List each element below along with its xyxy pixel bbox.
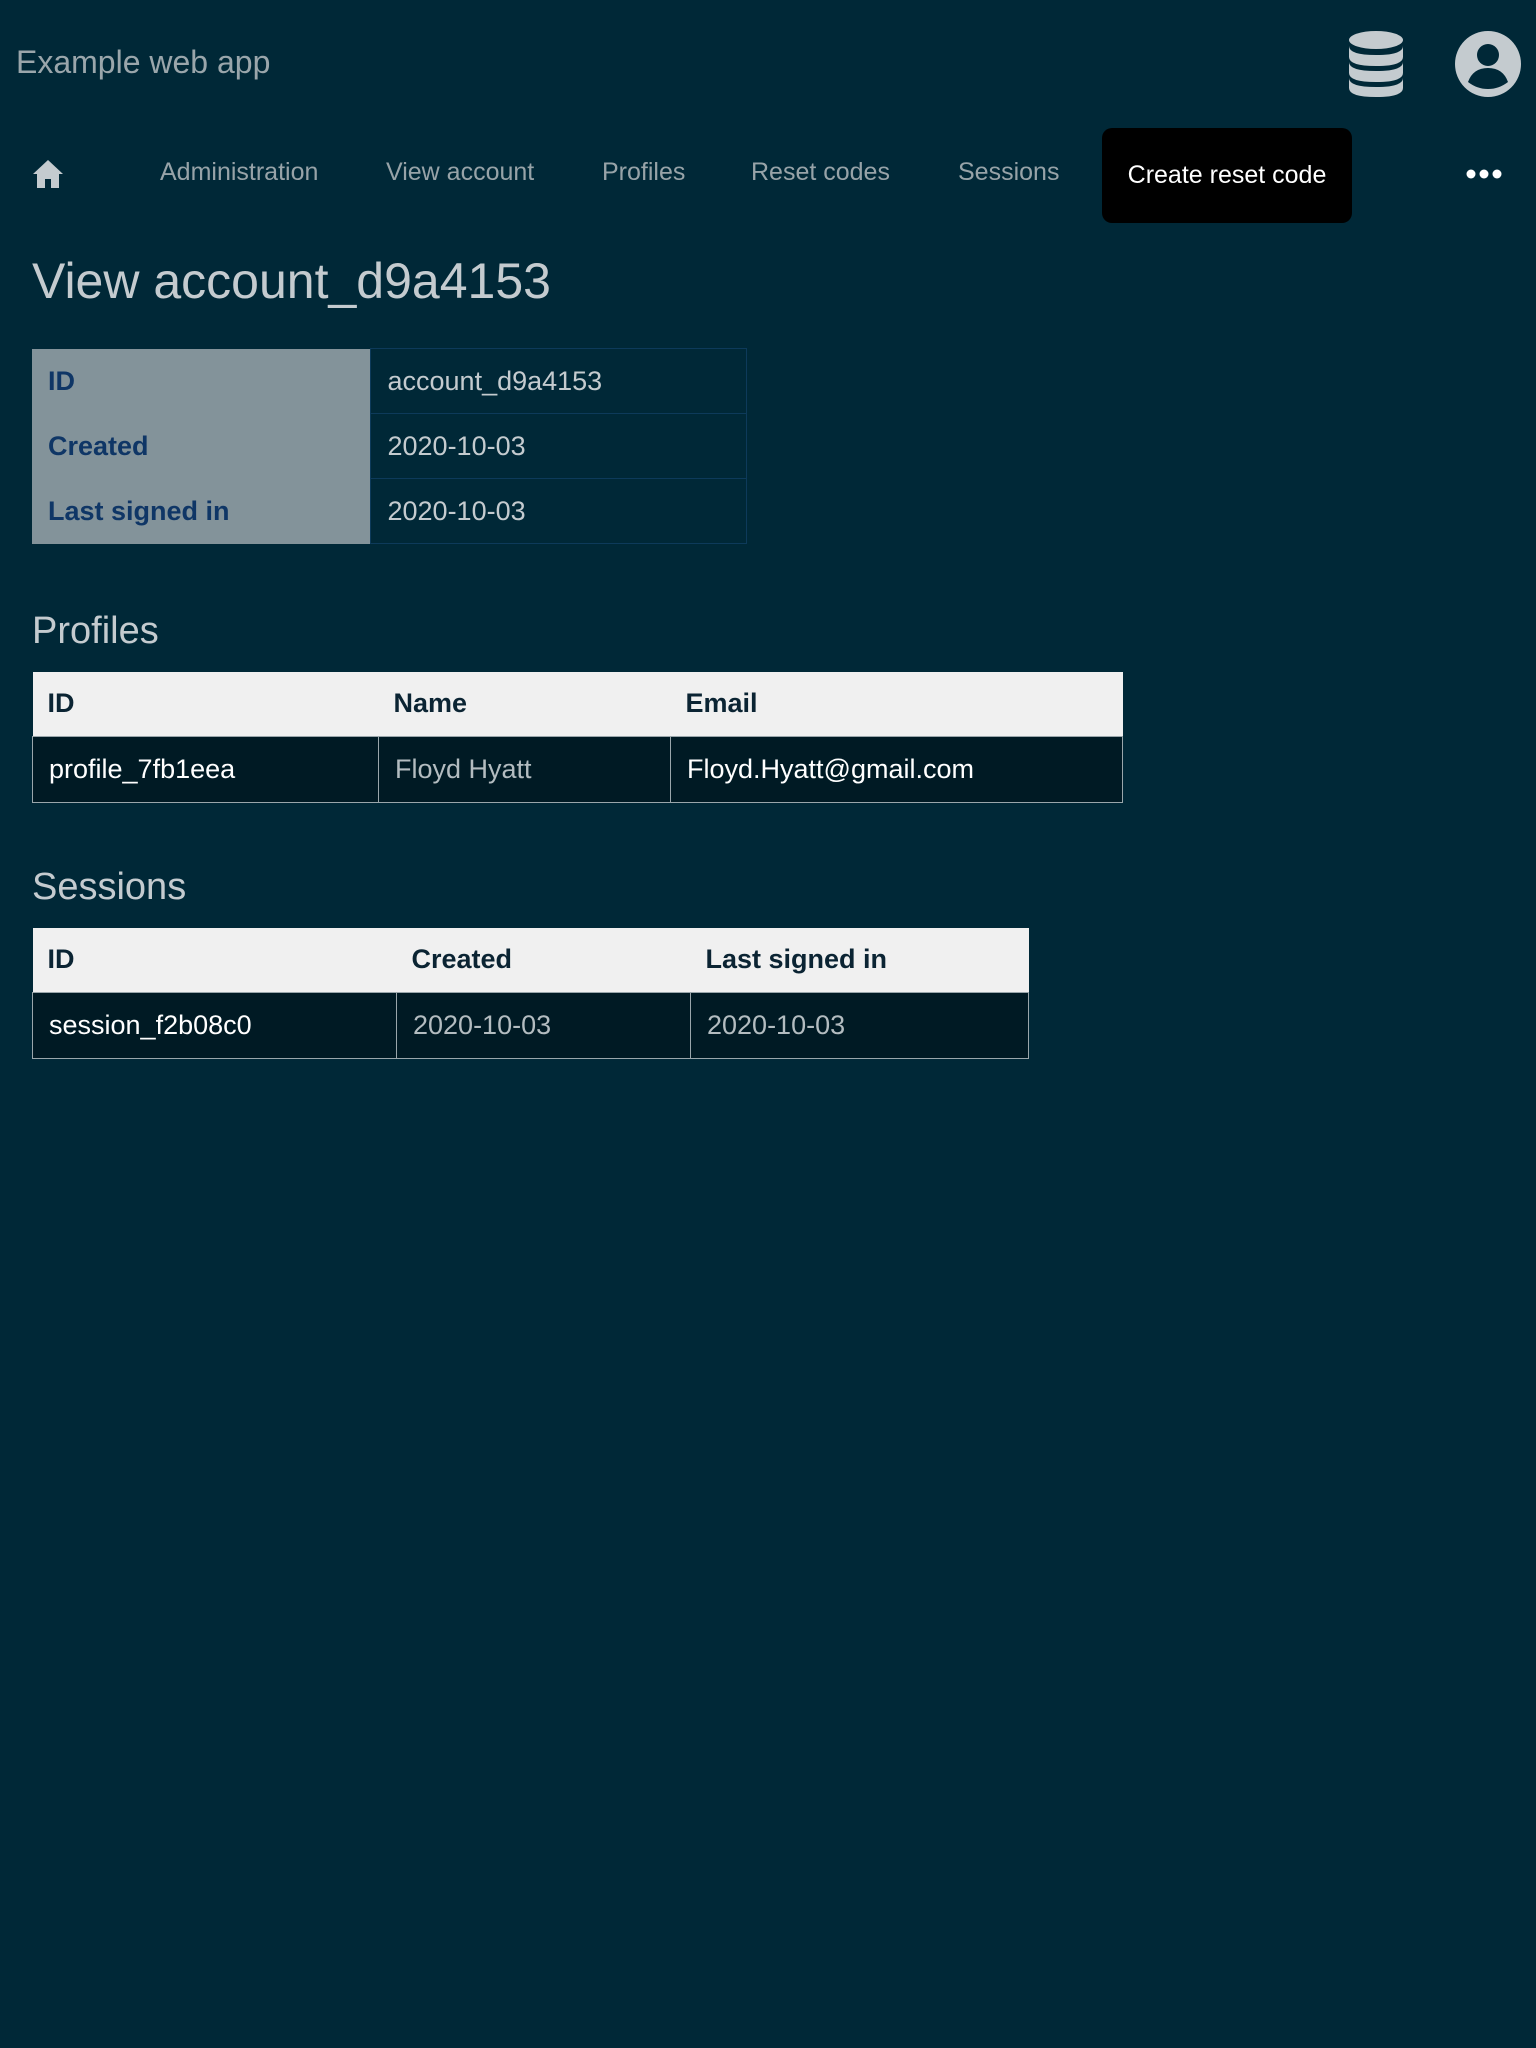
table-header-row: ID Name Email [32,672,1123,736]
sessions-section-title: Sessions [32,866,187,908]
details-value: 2020-10-03 [369,413,747,479]
user-account-icon[interactable] [1455,31,1521,97]
details-value: 2020-10-03 [369,478,747,544]
nav-item-reset-codes[interactable]: Reset codes [751,158,890,187]
nav-item-sessions[interactable]: Sessions [958,158,1059,187]
account-details-table: ID account_d9a4153 Created 2020-10-03 La… [32,348,747,544]
details-row-id: ID account_d9a4153 [32,348,747,414]
details-label: Last signed in [32,478,370,544]
more-horizontal-icon[interactable] [1466,164,1502,184]
nav-item-administration[interactable]: Administration [160,158,318,187]
page-title: View account_d9a4153 [32,253,551,309]
column-header-name: Name [378,672,671,736]
home-icon[interactable] [30,156,66,192]
nav-item-profiles[interactable]: Profiles [602,158,685,187]
app-title[interactable]: Example web app [16,44,270,81]
table-row[interactable]: session_f2b08c0 2020-10-03 2020-10-03 [32,991,1029,1059]
create-reset-code-button[interactable]: Create reset code [1102,128,1352,223]
column-header-created: Created [396,928,691,992]
column-header-id: ID [32,928,397,992]
details-value: account_d9a4153 [369,348,747,414]
sessions-table: ID Created Last signed in session_f2b08c… [32,928,1029,1059]
details-row-created: Created 2020-10-03 [32,413,747,479]
top-bar: Example web app [0,0,1536,124]
details-label: ID [32,348,370,414]
details-row-last-signed-in: Last signed in 2020-10-03 [32,478,747,544]
profile-email: Floyd.Hyatt@gmail.com [670,735,1123,803]
profile-id-link[interactable]: profile_7fb1eea [32,735,379,803]
session-created: 2020-10-03 [396,991,691,1059]
table-row[interactable]: profile_7fb1eea Floyd Hyatt Floyd.Hyatt@… [32,735,1123,803]
table-header-row: ID Created Last signed in [32,928,1029,992]
profiles-table: ID Name Email profile_7fb1eea Floyd Hyat… [32,672,1123,803]
profiles-section-title: Profiles [32,610,159,652]
column-header-last-signed-in: Last signed in [690,928,1029,992]
column-header-email: Email [670,672,1123,736]
session-id-link[interactable]: session_f2b08c0 [32,991,397,1059]
profile-name: Floyd Hyatt [378,735,671,803]
database-icon[interactable] [1346,30,1406,98]
main-nav: Administration View account Profiles Res… [0,128,1536,224]
session-last-signed-in: 2020-10-03 [690,991,1029,1059]
details-label: Created [32,413,370,479]
column-header-id: ID [32,672,379,736]
nav-item-view-account[interactable]: View account [386,158,534,187]
